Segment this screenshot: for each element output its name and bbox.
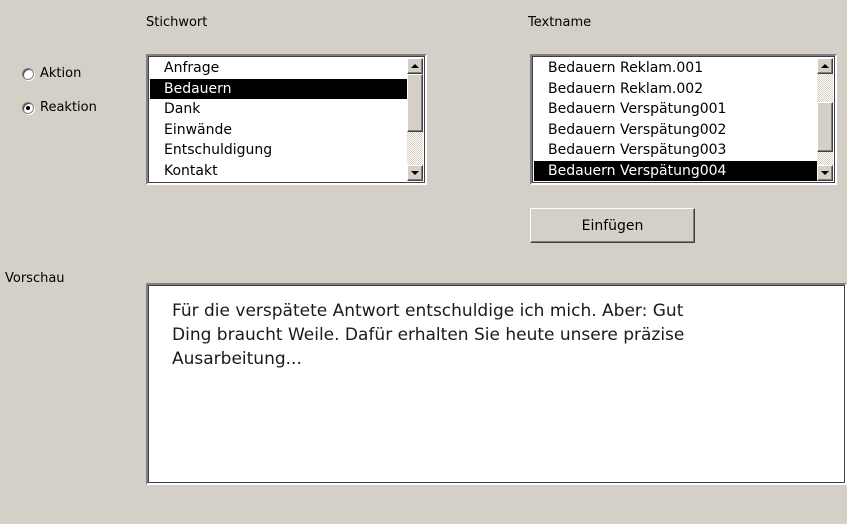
textname-header: Textname — [528, 15, 592, 30]
keyword-list-item[interactable]: Kontakt — [150, 161, 407, 182]
textname-scroll-thumb[interactable] — [817, 102, 833, 152]
textname-list-items: Bedauern Reklam.001 Bedauern Reklam.002 Be… — [534, 58, 817, 181]
keyword-list-item[interactable]: Dank — [150, 99, 407, 120]
chevron-down-icon — [821, 171, 829, 175]
keyword-header: Stichwort — [146, 15, 208, 30]
textname-list-item[interactable]: Bedauern Verspätung001 — [534, 99, 817, 120]
keyword-list-items: Anfrage Bedauern Dank Einwände Entschuldigun… — [150, 58, 407, 181]
textname-list-item[interactable]: Bedauern Reklam.002 — [534, 79, 817, 100]
textname-scrollbar[interactable] — [817, 58, 833, 181]
textname-list-item[interactable]: Bedauern Verspätung002 — [534, 120, 817, 141]
chevron-up-icon — [821, 64, 829, 68]
radio-reaktion-indicator[interactable] — [22, 102, 34, 114]
textname-list-item[interactable]: Bedauern Verspätung004 — [534, 160, 817, 181]
keyword-scroll-down-button[interactable] — [407, 165, 423, 181]
keyword-scroll-up-button[interactable] — [407, 58, 423, 74]
preview-label: Vorschau — [5, 271, 65, 286]
keyword-list-item[interactable]: Entschuldigung — [150, 140, 407, 161]
chevron-up-icon — [411, 64, 419, 68]
chevron-down-icon — [411, 171, 419, 175]
preview-textbox[interactable]: Für die verspätete Antwort entschuldige … — [146, 283, 847, 485]
radio-reaktion[interactable]: Reaktion — [22, 100, 97, 116]
keyword-list-item[interactable]: Anfrage — [150, 58, 407, 79]
textname-listbox[interactable]: Bedauern Reklam.001 Bedauern Reklam.002 Be… — [530, 54, 837, 185]
textname-scroll-up-button[interactable] — [817, 58, 833, 74]
insert-button[interactable]: Einfügen — [530, 208, 695, 243]
keyword-scroll-thumb[interactable] — [407, 74, 423, 132]
keyword-list-item[interactable]: Einwände — [150, 120, 407, 141]
radio-aktion-indicator[interactable] — [22, 68, 34, 80]
textname-scroll-down-button[interactable] — [817, 165, 833, 181]
radio-aktion-label: Aktion — [40, 66, 82, 81]
keyword-list-item[interactable]: Bedauern — [150, 78, 407, 99]
radio-reaktion-label: Reaktion — [40, 100, 97, 115]
radio-aktion[interactable]: Aktion — [22, 66, 81, 82]
keyword-scrollbar[interactable] — [407, 58, 423, 181]
textname-list-item[interactable]: Bedauern Reklam.001 — [534, 58, 817, 79]
textname-list-item[interactable]: Bedauern Verspätung003 — [534, 140, 817, 161]
keyword-listbox[interactable]: Anfrage Bedauern Dank Einwände Entschuldigun… — [146, 54, 427, 185]
